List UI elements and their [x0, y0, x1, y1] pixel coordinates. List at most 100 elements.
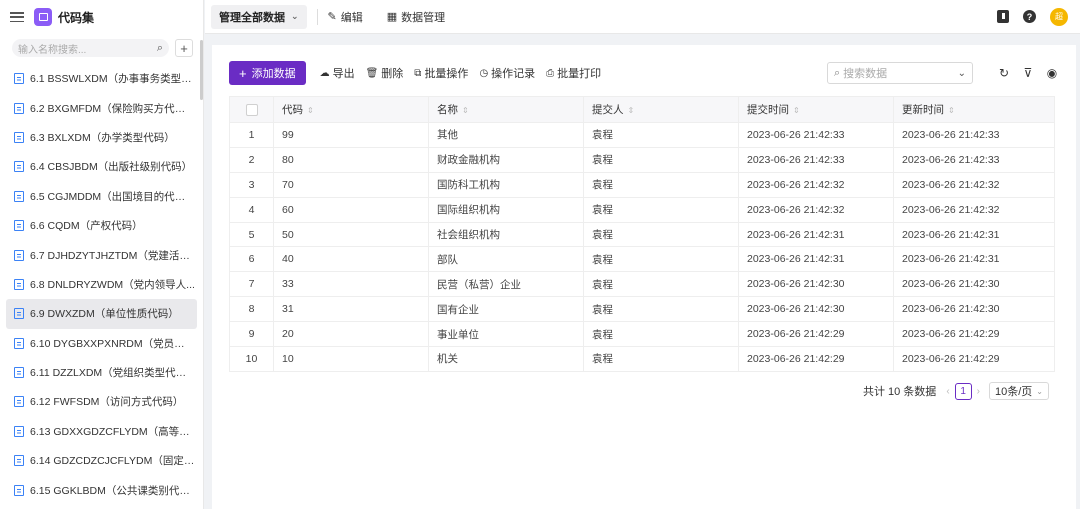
data-management-button[interactable]: ▦ 数据管理 — [387, 9, 445, 25]
add-data-label: 添加数据 — [251, 68, 296, 80]
cloud-upload-icon: ☁ — [319, 67, 330, 79]
batch-operation-label: 批量操作 — [424, 68, 469, 80]
data-table: 代码 ⇕ 名称 ⇕ 提交人 ⇕ 提交时间 ⇕ 更新时间 ⇕ 1 99 其他 袁程 2023-06-… — [229, 96, 1055, 372]
sort-icon: ⇕ — [627, 106, 635, 115]
sidebar-item[interactable]: 6.14 GDZCDZCJCFLYDM（固定资... — [0, 446, 203, 475]
page-size-value: 10条/页 — [995, 386, 1033, 398]
sidebar-scrollbar[interactable] — [200, 40, 203, 100]
delete-button[interactable]: 🗑 删除 — [366, 65, 404, 81]
sort-icon: ⇕ — [948, 106, 955, 115]
plus-icon: + — [239, 65, 247, 81]
clock-icon: ◷ — [479, 67, 489, 79]
data-search-placeholder: 搜索数据 — [843, 68, 888, 80]
document-icon — [14, 131, 24, 143]
document-icon — [14, 396, 24, 408]
menu-icon[interactable] — [10, 12, 24, 22]
operation-history-label: 操作记录 — [491, 68, 536, 80]
edit-button[interactable]: ✎ 编辑 — [328, 9, 363, 25]
edit-label: 编辑 — [340, 11, 363, 24]
delete-label: 删除 — [381, 68, 404, 80]
app-logo-icon — [34, 8, 52, 26]
main-panel: + 添加数据 ☁ 导出 🗑 删除 ⧉ 批量操作 ◷ 操作记录 ⎙ 批量打印 ⌕ 搜索数据 … — [212, 45, 1076, 509]
app-title: 代码集 — [58, 10, 95, 25]
sidebar: 代码集 输入名称搜索... ⌕ + 6.1 BSSWLXDM（办事事务类型代..… — [0, 0, 204, 509]
filter-icon[interactable]: ⊽ — [1021, 66, 1035, 80]
sidebar-item[interactable]: 6.7 DJHDZYTJHZTDM（党建活动... — [0, 240, 203, 269]
document-icon — [14, 308, 24, 320]
sidebar-list: 6.1 BSSWLXDM（办事事务类型代... 6.2 BXGMFDM（保险购买… — [0, 64, 203, 505]
pagination: 共计 10 条数据 ‹ 1 › 10条/页 ⌄ — [863, 382, 1049, 400]
sidebar-item[interactable]: 6.2 BXGMFDM（保险购买方代码） — [0, 93, 203, 122]
data-search-input[interactable]: ⌕ 搜索数据 ⌄ — [827, 62, 973, 84]
batch-operation-button[interactable]: ⧉ 批量操作 — [414, 65, 468, 81]
sidebar-item[interactable]: 6.3 BXLXDM（办学类型代码） — [0, 123, 203, 152]
pencil-icon: ✎ — [327, 11, 337, 23]
document-icon — [14, 278, 24, 290]
table-row[interactable]: 5 50 社会组织机构 袁程 2023-06-26 21:42:31 2023-06-26… — [229, 222, 1055, 248]
sidebar-item[interactable]: 6.6 CQDM（产权代码） — [0, 211, 203, 240]
document-icon — [14, 220, 24, 232]
table-row[interactable]: 2 80 财政金融机构 袁程 2023-06-26 21:42:33 2023-06-26… — [229, 147, 1055, 173]
chevron-down-icon: ⌄ — [957, 67, 966, 79]
table-row[interactable]: 1 99 其他 袁程 2023-06-26 21:42:33 2023-06-26 21:… — [229, 122, 1055, 148]
topbar: 管理全部数据 ⌄ ✎ 编辑 ▦ 数据管理 ? 超 — [205, 0, 1080, 34]
operation-history-button[interactable]: ◷ 操作记录 — [479, 65, 535, 81]
document-icon — [14, 73, 24, 85]
sidebar-item[interactable]: 6.5 CGJMDDM（出国境目的代码） — [0, 182, 203, 211]
document-icon — [14, 190, 24, 202]
select-all-checkbox[interactable] — [245, 103, 258, 116]
total-count: 共计 10 条数据 — [862, 386, 937, 398]
copy-icon: ⧉ — [414, 67, 422, 79]
column-header[interactable]: 更新时间 ⇕ — [893, 96, 1055, 123]
document-icon — [14, 367, 24, 379]
sidebar-item[interactable]: 6.13 GDXXGDZCFLYDM（高等学... — [0, 417, 203, 446]
table-row[interactable]: 9 20 事业单位 袁程 2023-06-26 21:42:29 2023-06-26 2… — [229, 321, 1055, 348]
document-icon — [14, 425, 24, 437]
column-header[interactable]: 代码 ⇕ — [273, 96, 429, 123]
sidebar-item[interactable]: 6.4 CBSJBDM（出版社级别代码） — [0, 152, 203, 181]
topbar-right: ? 超 — [997, 7, 1074, 26]
sidebar-item[interactable]: 6.8 DNLDRYZWDM（党内领导人... — [0, 270, 203, 299]
help-icon[interactable]: ? — [1023, 10, 1036, 23]
divider — [316, 8, 318, 25]
sidebar-item-active[interactable]: 6.9 DWXZDM（单位性质代码） — [6, 299, 197, 329]
sidebar-header: 代码集 — [0, 0, 203, 34]
sidebar-item[interactable]: 6.15 GGKLBDM（公共课类别代码） — [0, 475, 203, 504]
sidebar-item[interactable]: 6.10 DYGBXXPXNRDM（党员干部... — [0, 329, 203, 358]
table-row[interactable]: 4 60 国际组织机构 袁程 2023-06-26 21:42:32 2023-06-26… — [229, 197, 1055, 223]
table-header-row: 代码 ⇕ 名称 ⇕ 提交人 ⇕ 提交时间 ⇕ 更新时间 ⇕ — [229, 96, 1055, 123]
eye-icon[interactable]: ◉ — [1045, 66, 1059, 80]
book-icon[interactable] — [997, 10, 1009, 23]
select-all-checkbox-cell — [229, 96, 274, 123]
column-header[interactable]: 提交人 ⇕ — [583, 96, 739, 123]
sidebar-search-input[interactable]: 输入名称搜索... ⌕ — [12, 39, 169, 57]
sidebar-item[interactable]: 6.11 DZZLXDM（党组织类型代码） — [0, 358, 203, 387]
add-data-button[interactable]: + 添加数据 — [229, 61, 306, 85]
table-row[interactable]: 8 31 国有企业 袁程 2023-06-26 21:42:30 2023-06-26 2… — [229, 296, 1055, 323]
column-header[interactable]: 名称 ⇕ — [428, 96, 584, 123]
export-button[interactable]: ☁ 导出 — [320, 65, 355, 81]
column-header[interactable]: 提交时间 ⇕ — [738, 96, 894, 123]
avatar[interactable]: 超 — [1050, 7, 1068, 26]
table-row[interactable]: 3 70 国防科工机构 袁程 2023-06-26 21:42:32 2023-06-26… — [229, 172, 1055, 198]
chevron-left-icon[interactable]: ‹ — [946, 386, 949, 397]
page-number-current[interactable]: 1 — [954, 382, 972, 400]
search-icon: ⌕ — [834, 66, 841, 79]
search-icon: ⌕ — [156, 41, 163, 54]
table-row[interactable]: 10 10 机关 袁程 2023-06-26 21:42:29 2023-06-26 21… — [229, 346, 1055, 372]
batch-print-button[interactable]: ⎙ 批量打印 — [546, 65, 601, 81]
document-icon — [14, 484, 24, 496]
add-code-set-button[interactable]: + — [175, 39, 193, 57]
chevron-right-icon[interactable]: › — [977, 386, 980, 397]
sidebar-item[interactable]: 6.1 BSSWLXDM（办事事务类型代... — [0, 64, 203, 93]
document-icon — [14, 337, 24, 349]
sidebar-item[interactable]: 6.12 FWFSDM（访问方式代码） — [0, 387, 203, 416]
table-row[interactable]: 7 33 民营（私营）企业 袁程 2023-06-26 21:42:30 2023-06-… — [229, 271, 1055, 298]
trash-icon: 🗑 — [365, 67, 379, 79]
table-row[interactable]: 6 40 部队 袁程 2023-06-26 21:42:31 2023-06-26 21:… — [229, 246, 1055, 273]
sort-icon: ⇕ — [793, 106, 800, 115]
scope-select[interactable]: 管理全部数据 ⌄ — [211, 4, 307, 29]
page-size-select[interactable]: 10条/页 ⌄ — [989, 382, 1049, 400]
refresh-icon[interactable]: ↻ — [997, 66, 1011, 80]
data-toolbar: + 添加数据 ☁ 导出 🗑 删除 ⧉ 批量操作 ◷ 操作记录 ⎙ 批量打印 ⌕ 搜索数据 … — [229, 61, 1059, 85]
